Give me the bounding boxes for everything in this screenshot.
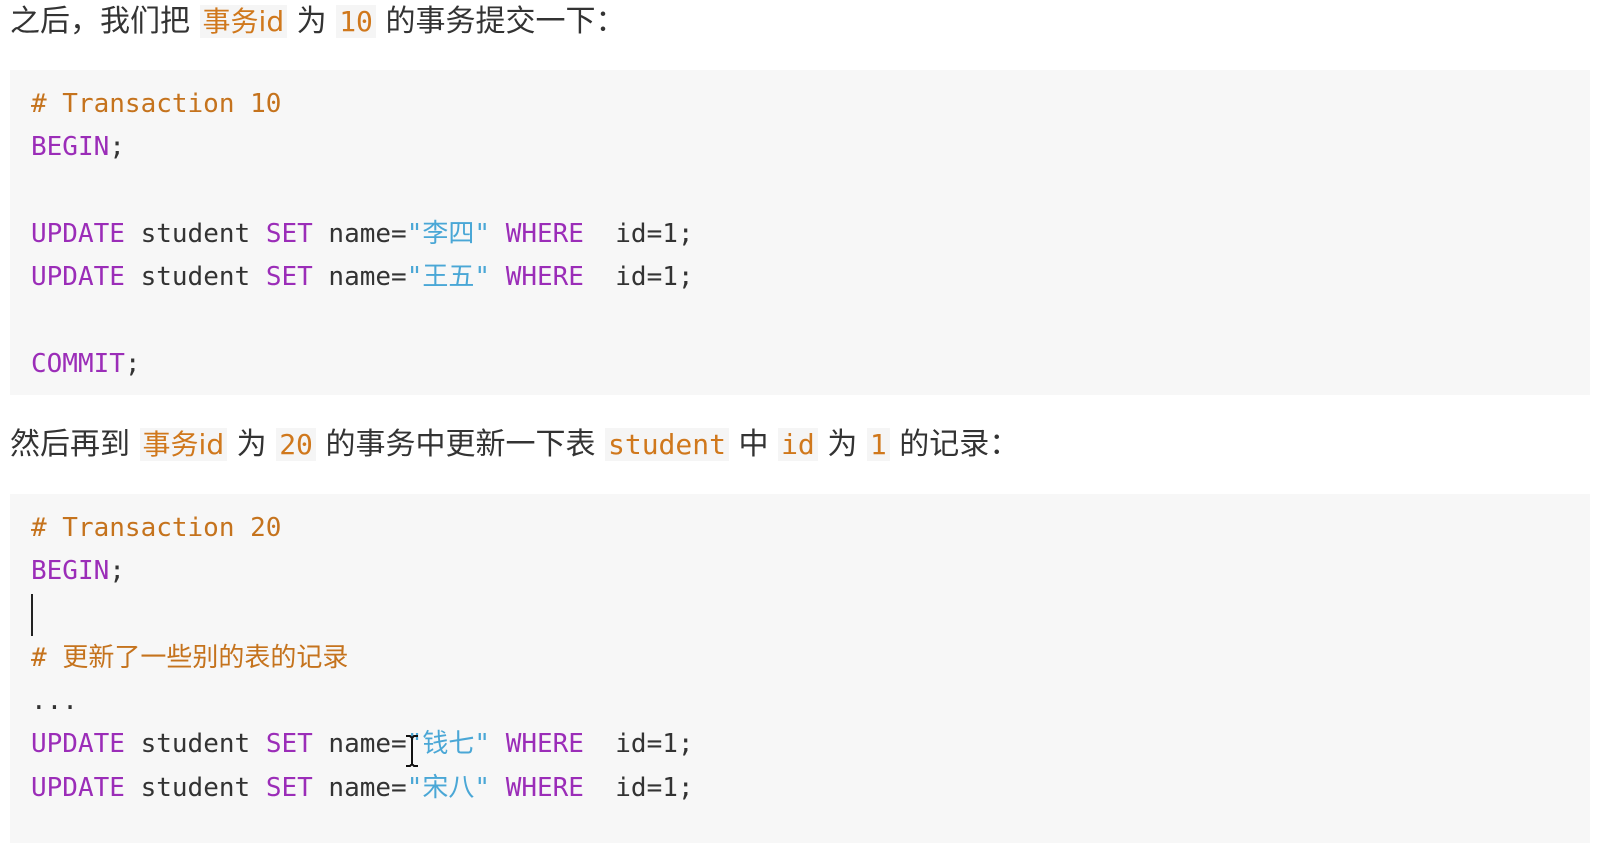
keyword-commit: COMMIT bbox=[31, 348, 125, 379]
paragraph-text: 然后再到 bbox=[10, 427, 140, 462]
paragraph-text: 中 bbox=[729, 427, 779, 462]
text-caret bbox=[31, 594, 33, 637]
string-quote: " bbox=[406, 772, 423, 803]
keyword-update: UPDATE bbox=[31, 262, 125, 293]
code-line: BEGIN; bbox=[31, 550, 1590, 593]
code-ellipsis: ... bbox=[31, 686, 78, 717]
inline-code-10: 10 bbox=[336, 5, 376, 38]
inline-code-1: 1 bbox=[866, 428, 890, 461]
code-text: name= bbox=[312, 729, 407, 760]
code-text: student bbox=[124, 729, 266, 760]
keyword-update: UPDATE bbox=[31, 729, 125, 760]
string-value: 王五 bbox=[422, 262, 475, 293]
inline-code-transaction-id: 事务id bbox=[139, 428, 228, 461]
paragraph-text: 为 bbox=[817, 427, 867, 462]
code-comment-text: 更新了一些别的表的记录 bbox=[62, 642, 349, 673]
code-text: student bbox=[124, 772, 266, 803]
string-quote: " bbox=[406, 262, 423, 293]
code-line-update: UPDATE student SET name="李四" WHERE id=1; bbox=[31, 213, 1590, 256]
paragraph-commit-intro: 之后，我们把 事务id 为 10 的事务提交一下： bbox=[10, 0, 625, 44]
keyword-begin: BEGIN bbox=[31, 556, 110, 587]
keyword-where: WHERE bbox=[505, 772, 584, 803]
code-line-update: UPDATE student SET name="宋八" WHERE id=1; bbox=[31, 767, 1590, 810]
string-quote: " bbox=[474, 218, 491, 249]
keyword-update: UPDATE bbox=[31, 218, 125, 249]
code-line-update: UPDATE student SET name="钱七" WHERE id=1; bbox=[31, 723, 1590, 766]
keyword-where: WHERE bbox=[505, 729, 584, 760]
code-text: name= bbox=[312, 218, 407, 249]
keyword-set: SET bbox=[265, 218, 313, 249]
code-text: student bbox=[124, 262, 266, 293]
code-line-ellipsis: ... bbox=[31, 680, 1590, 723]
inline-code-transaction-id: 事务id bbox=[199, 5, 288, 38]
code-text: name= bbox=[312, 772, 407, 803]
code-text: id=1; bbox=[583, 262, 694, 293]
keyword-where: WHERE bbox=[505, 218, 584, 249]
keyword-begin: BEGIN bbox=[31, 132, 110, 163]
semicolon: ; bbox=[124, 348, 141, 379]
string-value: 钱七 bbox=[422, 729, 475, 760]
code-text: id=1; bbox=[583, 772, 694, 803]
string-quote: " bbox=[474, 772, 491, 803]
code-comment: # Transaction 20 bbox=[31, 513, 282, 543]
paragraph-text: 的事务提交一下： bbox=[375, 4, 626, 39]
paragraph-text: 为 bbox=[227, 427, 277, 462]
semicolon: ; bbox=[109, 132, 125, 163]
paragraph-text: 的记录： bbox=[889, 427, 1020, 462]
keyword-set: SET bbox=[265, 729, 313, 760]
paragraph-text: 为 bbox=[287, 4, 337, 39]
string-value: 李四 bbox=[422, 218, 475, 249]
code-text: id=1; bbox=[583, 729, 694, 760]
code-comment: # Transaction 10 bbox=[31, 89, 282, 119]
code-text: id=1; bbox=[583, 218, 694, 249]
code-text: student bbox=[124, 218, 266, 249]
inline-code-id: id bbox=[778, 428, 818, 461]
keyword-set: SET bbox=[265, 772, 313, 803]
code-line-caret bbox=[31, 594, 1590, 637]
code-line: COMMIT; bbox=[31, 343, 1590, 386]
string-quote: " bbox=[474, 729, 491, 760]
text-cursor-ibeam-icon bbox=[406, 735, 418, 767]
paragraph-text: 之后，我们把 bbox=[10, 4, 200, 39]
code-line-update: UPDATE student SET name="王五" WHERE id=1; bbox=[31, 256, 1590, 299]
code-comment-hash: # bbox=[31, 642, 63, 673]
string-quote: " bbox=[474, 262, 491, 293]
code-text: name= bbox=[312, 262, 407, 293]
code-line: BEGIN; bbox=[31, 126, 1590, 169]
inline-code-student: student bbox=[604, 428, 729, 461]
keyword-set: SET bbox=[265, 262, 313, 293]
code-line-comment: # 更新了一些别的表的记录 bbox=[31, 637, 1590, 680]
keyword-where: WHERE bbox=[505, 262, 584, 293]
semicolon: ; bbox=[109, 556, 125, 587]
code-block-transaction-20[interactable]: # Transaction 20 BEGIN; # 更新了一些别的表的记录 ..… bbox=[10, 494, 1590, 843]
string-quote: " bbox=[406, 218, 423, 249]
paragraph-update-intro: 然后再到 事务id 为 20 的事务中更新一下表 student 中 id 为 … bbox=[10, 423, 1019, 467]
inline-code-20: 20 bbox=[276, 428, 316, 461]
code-block-transaction-10[interactable]: # Transaction 10 BEGIN; UPDATE student S… bbox=[10, 70, 1590, 395]
keyword-update: UPDATE bbox=[31, 772, 125, 803]
string-value: 宋八 bbox=[422, 772, 475, 803]
code-line: # Transaction 20 bbox=[31, 507, 1590, 550]
paragraph-text: 的事务中更新一下表 bbox=[315, 427, 605, 462]
code-line: # Transaction 10 bbox=[31, 83, 1590, 126]
